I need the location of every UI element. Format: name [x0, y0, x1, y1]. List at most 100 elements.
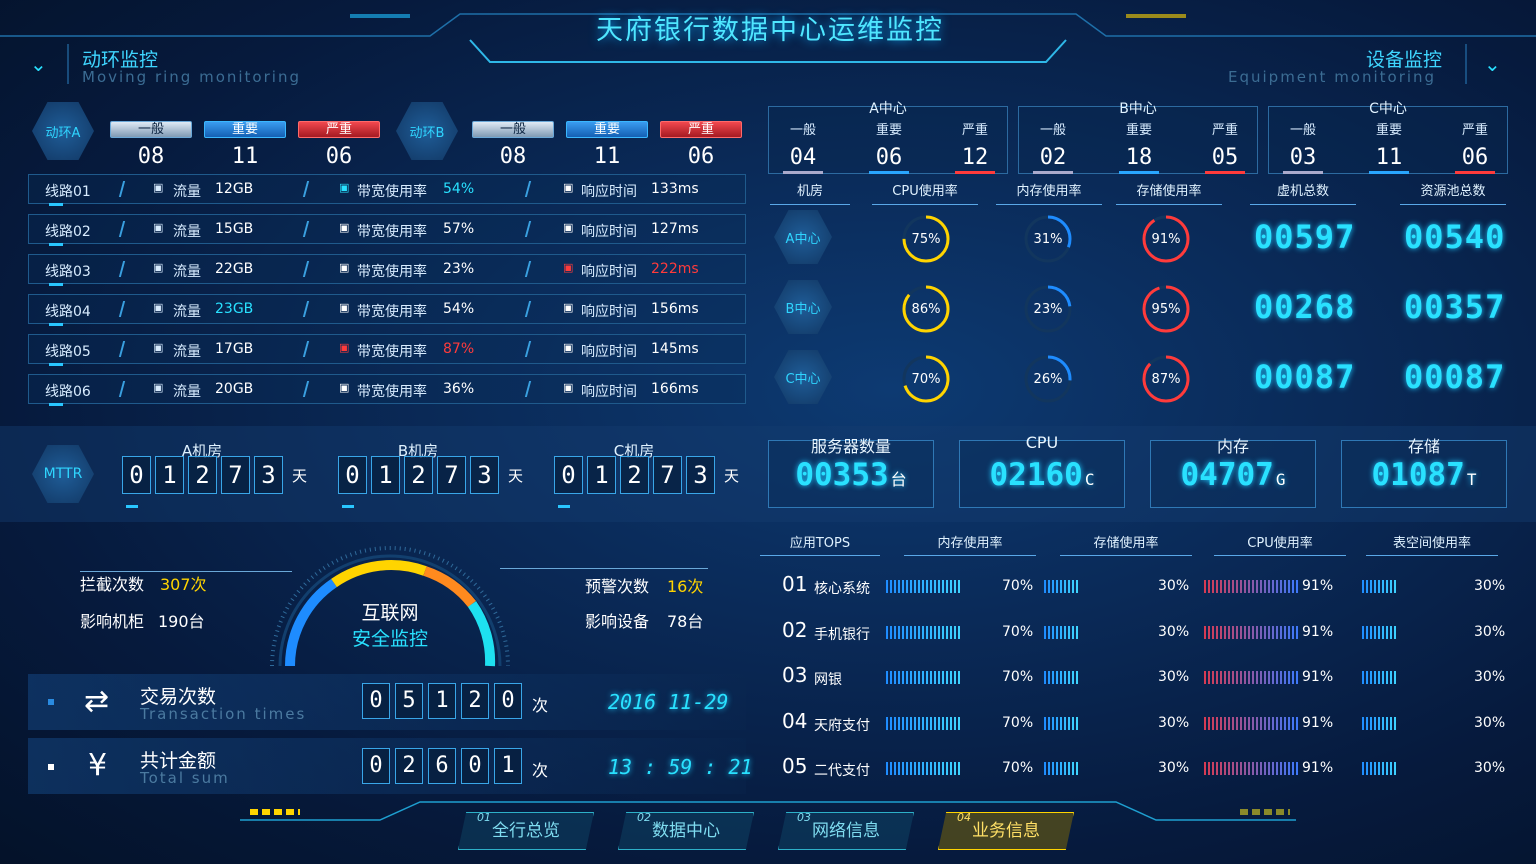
checkbox-icon[interactable]: ▣ — [563, 181, 573, 194]
metric-box: 存储 01087 T — [1341, 437, 1507, 508]
flow-value: 17GB — [215, 341, 254, 357]
bullet — [48, 699, 54, 705]
checkbox-icon[interactable]: ▣ — [153, 221, 163, 234]
checkbox-icon[interactable]: ▣ — [563, 341, 573, 354]
collapse-left-icon[interactable]: ⌄ — [30, 52, 47, 76]
collapse-right-icon[interactable]: ⌄ — [1484, 52, 1501, 76]
divider — [524, 381, 532, 397]
divider — [524, 181, 532, 197]
nav-tab[interactable]: 04 业务信息 — [938, 812, 1074, 850]
usage-value: 70% — [1002, 714, 1034, 731]
line-row[interactable]: 线路01 ▣ 流量 12GB ▣ 带宽使用率 54% ▣ 响应时间 133ms — [28, 174, 746, 206]
metric-number: 02160 — [989, 457, 1083, 493]
checkbox-icon[interactable]: ▣ — [153, 261, 163, 274]
mttr-digit: 2 — [620, 456, 649, 494]
usage-bar — [1362, 716, 1398, 730]
yen-icon: ¥ — [88, 748, 108, 783]
mttr-digit: 2 — [188, 456, 217, 494]
line-row[interactable]: 线路04 ▣ 流量 23GB ▣ 带宽使用率 54% ▣ 响应时间 156ms — [28, 294, 746, 326]
tops-row[interactable]: 01 核心系统 70% 30% 91% 30% — [780, 572, 1520, 602]
gauge-storage: 95% — [1140, 283, 1192, 335]
line-name: 线路01 — [45, 184, 91, 200]
app-name: 手机银行 — [814, 626, 870, 643]
tops-row[interactable]: 03 网银 70% 30% 91% 30% — [780, 663, 1520, 693]
tops-header-label: CPU使用率 — [1247, 536, 1313, 551]
usage-value: 30% — [1158, 669, 1190, 685]
level-count: 06 — [1461, 145, 1489, 170]
warn-label: 预警次数 — [585, 577, 650, 596]
checkbox-icon[interactable]: ▣ — [563, 301, 573, 314]
usage-value: 30% — [1474, 623, 1506, 640]
bandwidth-value: 87% — [443, 341, 475, 357]
checkbox-icon[interactable]: ▣ — [563, 381, 573, 394]
usage-bar — [1362, 625, 1398, 639]
ring-a-general-tag: 一般 — [110, 121, 192, 138]
divider — [302, 261, 310, 277]
ring-a-severe-count: 06 — [325, 144, 353, 169]
tops-header: 应用TOPS — [760, 532, 880, 556]
checkbox-icon[interactable]: ▣ — [563, 221, 573, 234]
mttr-digit: 1 — [155, 456, 184, 494]
divider — [118, 301, 126, 317]
level-label: 严重 — [1211, 123, 1238, 138]
gauge-mem: 26% — [1022, 353, 1074, 405]
cabinet-value: 190台 — [158, 612, 205, 631]
divider — [118, 261, 126, 277]
usage-value: 30% — [1158, 623, 1190, 640]
gauge-value: 91% — [1151, 231, 1181, 247]
center-box[interactable]: B中心 一般 02 重要 18 严重 05 — [1018, 101, 1258, 174]
center-box[interactable]: A中心 一般 04 重要 06 严重 12 — [768, 101, 1008, 174]
nav-tab[interactable]: 02 数据中心 — [618, 812, 754, 850]
flow-label: 流量 — [173, 304, 201, 320]
gauge-mem: 31% — [1022, 213, 1074, 265]
checkbox-icon[interactable]: ▣ — [339, 181, 349, 194]
counter-digit: 0 — [362, 683, 390, 719]
checkbox-icon[interactable]: ▣ — [339, 261, 349, 274]
usage-bar — [1044, 762, 1078, 775]
ring-a-important-count: 11 — [231, 144, 259, 169]
line-row[interactable]: 线路03 ▣ 流量 22GB ▣ 带宽使用率 23% ▣ 响应时间 222ms — [28, 254, 746, 286]
checkbox-icon[interactable]: ▣ — [339, 381, 349, 394]
gauge-value: 95% — [1151, 301, 1181, 317]
checkbox-icon[interactable]: ▣ — [153, 181, 163, 194]
center-box[interactable]: C中心 一般 03 重要 11 严重 06 — [1268, 101, 1508, 174]
line-name: 线路02 — [45, 224, 91, 240]
checkbox-icon[interactable]: ▣ — [339, 221, 349, 234]
tops-row[interactable]: 04 天府支付 70% 30% 91% 30% — [780, 709, 1520, 739]
line-row[interactable]: 线路06 ▣ 流量 20GB ▣ 带宽使用率 36% ▣ 响应时间 166ms — [28, 374, 746, 406]
indicator — [342, 505, 354, 508]
checkbox-icon[interactable]: ▣ — [153, 301, 163, 314]
checkbox-icon[interactable]: ▣ — [339, 301, 349, 314]
tops-row[interactable]: 05 二代支付 70% 30% 91% 30% — [780, 754, 1520, 784]
nav-label: 网络信息 — [812, 821, 880, 841]
line-name: 线路03 — [45, 264, 91, 280]
level-label: 严重 — [961, 123, 988, 138]
equip-header-mem: 内存使用率 — [996, 180, 1102, 205]
response-value: 145ms — [651, 341, 699, 357]
underline — [783, 171, 823, 174]
usage-bar — [1044, 716, 1078, 730]
line-row[interactable]: 线路05 ▣ 流量 17GB ▣ 带宽使用率 87% ▣ 响应时间 145ms — [28, 334, 746, 366]
checkbox-icon[interactable]: ▣ — [339, 341, 349, 354]
checkbox-icon[interactable]: ▣ — [153, 341, 163, 354]
divider — [302, 301, 310, 317]
nav-tab[interactable]: 03 网络信息 — [778, 812, 914, 850]
usage-bar — [886, 716, 962, 730]
bandwidth-label: 带宽使用率 — [357, 184, 427, 200]
gauge-cpu: 86% — [900, 283, 952, 335]
vm-count: 00087 — [1254, 358, 1356, 396]
checkbox-icon[interactable]: ▣ — [153, 381, 163, 394]
underline — [1205, 171, 1245, 174]
checkbox-icon[interactable]: ▣ — [563, 261, 573, 274]
underline — [1283, 171, 1323, 174]
line-row[interactable]: 线路02 ▣ 流量 15GB ▣ 带宽使用率 57% ▣ 响应时间 127ms — [28, 214, 746, 246]
usage-bar — [886, 762, 962, 775]
underline — [1369, 171, 1409, 174]
metric-unit: T — [1466, 470, 1477, 489]
nav-tab[interactable]: 01 全行总览 — [458, 812, 594, 850]
tops-header-label: 表空间使用率 — [1392, 536, 1471, 551]
security-subtitle: 安全监控 — [351, 628, 428, 650]
usage-value: 70% — [1002, 760, 1034, 776]
response-value: 133ms — [651, 181, 699, 197]
tops-row[interactable]: 02 手机银行 70% 30% 91% 30% — [780, 618, 1520, 648]
